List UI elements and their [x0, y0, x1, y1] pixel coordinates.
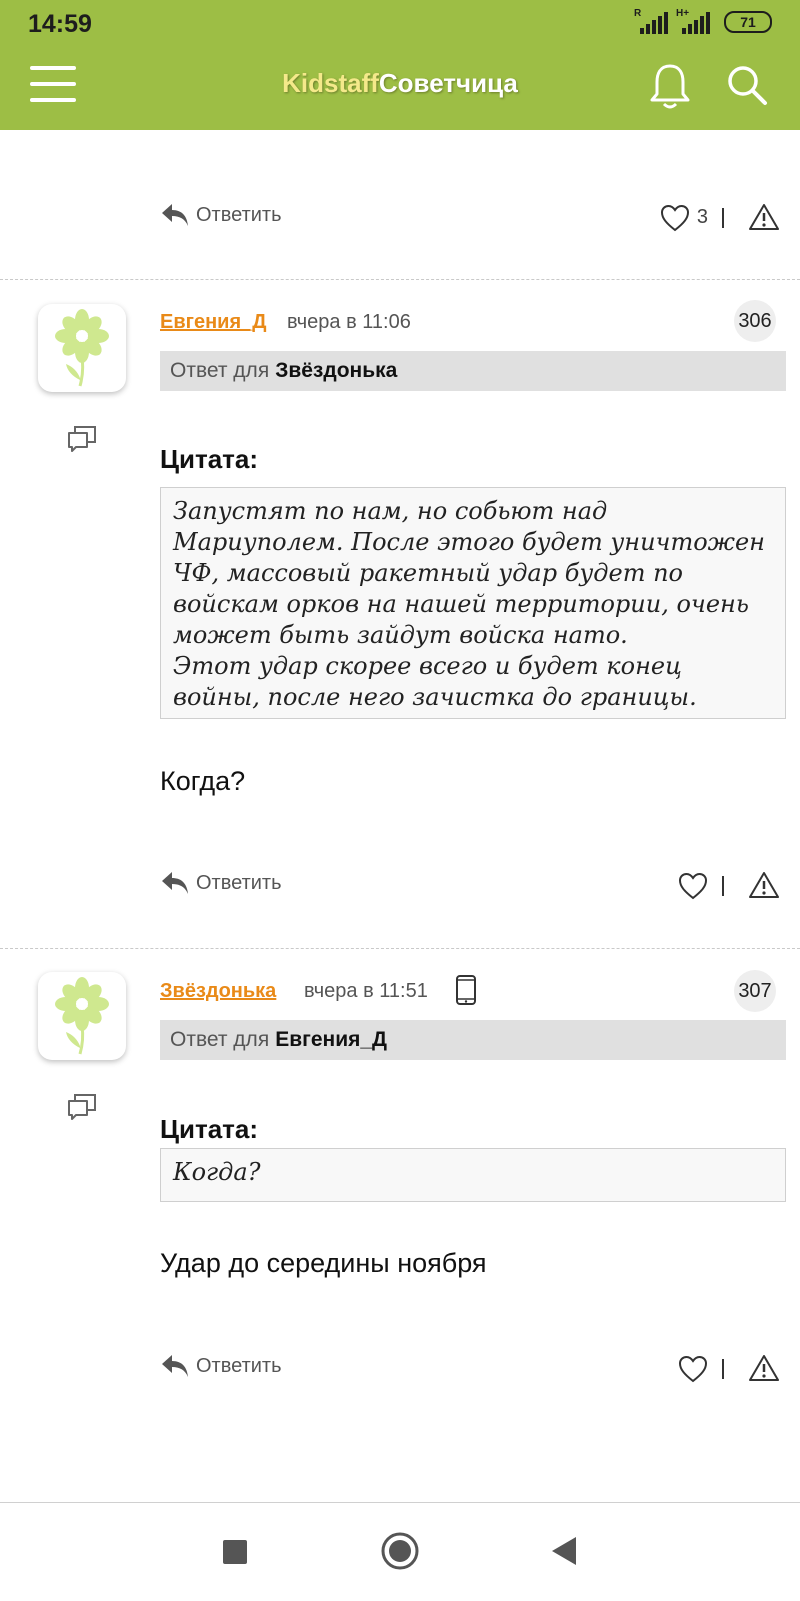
reply-icon	[162, 1355, 188, 1377]
reply-button[interactable]: Ответить	[160, 202, 282, 228]
reply-icon	[162, 204, 188, 226]
recent-apps-icon[interactable]	[222, 1539, 248, 1565]
post-number: 306	[738, 309, 772, 332]
network-type-label: H+	[676, 8, 690, 19]
post-number: 307	[738, 979, 772, 1002]
reply-label: Ответить	[196, 1354, 282, 1377]
reply-icon	[162, 872, 188, 894]
post-divider	[0, 948, 800, 949]
action-separator	[722, 1359, 724, 1379]
back-icon[interactable]	[550, 1535, 578, 1567]
reply-to-name[interactable]: Звёздонька	[275, 359, 397, 383]
flower-icon	[55, 977, 109, 1055]
post-divider	[0, 279, 800, 280]
action-separator	[722, 208, 724, 228]
like-count: 3	[696, 206, 708, 228]
reply-label: Ответить	[196, 871, 282, 894]
post-number-badge: 307	[734, 970, 776, 1012]
post-number-badge: 306	[734, 300, 776, 342]
status-time: 14:59	[28, 10, 92, 38]
post-actions-top: Ответить 3	[160, 202, 780, 238]
post-actions: Ответить	[160, 1353, 780, 1389]
warning-icon[interactable]	[748, 870, 780, 900]
post-actions: Ответить	[160, 870, 780, 906]
home-icon[interactable]	[380, 1531, 420, 1571]
author-name[interactable]: Евгения_Д	[160, 311, 267, 334]
quote-label: Цитата:	[160, 1114, 259, 1144]
reply-button[interactable]: Ответить	[160, 1353, 282, 1379]
warning-icon[interactable]	[748, 1353, 780, 1383]
action-separator	[722, 876, 724, 896]
reply-to-bar: Ответ для Евгения_Д	[160, 1020, 786, 1060]
reply-to-bar: Ответ для Звёздонька	[160, 351, 786, 391]
flower-icon	[55, 309, 109, 387]
brand-part1: Kidstaff	[282, 68, 379, 98]
chat-icon[interactable]	[66, 424, 98, 454]
heart-icon[interactable]	[678, 872, 708, 900]
post-text: Удар до середины ноября	[160, 1248, 487, 1278]
reply-to-prefix: Ответ для	[170, 359, 270, 382]
bell-icon[interactable]	[648, 62, 692, 112]
mobile-phone-icon	[456, 975, 476, 1005]
heart-icon[interactable]	[678, 1355, 708, 1383]
battery-level: 71	[740, 14, 756, 30]
system-navigation-bar	[0, 1502, 800, 1601]
reply-to-prefix: Ответ для	[170, 1028, 270, 1051]
signal-icon-2: H+	[676, 8, 710, 34]
quote-block: Когда?	[160, 1148, 786, 1202]
reply-to-name[interactable]: Евгения_Д	[275, 1028, 387, 1052]
app-header: 14:59 R H+ 71 KidstaffСоветчица	[0, 0, 800, 130]
battery-icon: 71	[724, 11, 772, 33]
heart-icon[interactable]	[660, 204, 690, 232]
status-icons: R H+ 71	[634, 8, 772, 34]
reply-button[interactable]: Ответить	[160, 870, 282, 896]
post-text: Когда?	[160, 766, 246, 796]
signal-icon: R	[634, 8, 668, 34]
search-icon[interactable]	[726, 64, 768, 106]
chat-icon[interactable]	[66, 1092, 98, 1122]
signal-label: R	[634, 8, 642, 19]
warning-icon[interactable]	[748, 202, 780, 232]
author-name[interactable]: Звёздонька	[160, 980, 276, 1003]
avatar[interactable]	[38, 972, 126, 1060]
quote-block: Запустят по нам, но собьют над Мариуполе…	[160, 487, 786, 719]
reply-label: Ответить	[196, 203, 282, 226]
post-time: вчера в 11:06	[287, 311, 411, 333]
post-time: вчера в 11:51	[304, 980, 428, 1002]
quote-label: Цитата:	[160, 444, 259, 474]
avatar[interactable]	[38, 304, 126, 392]
brand-part2: Советчица	[378, 68, 518, 98]
